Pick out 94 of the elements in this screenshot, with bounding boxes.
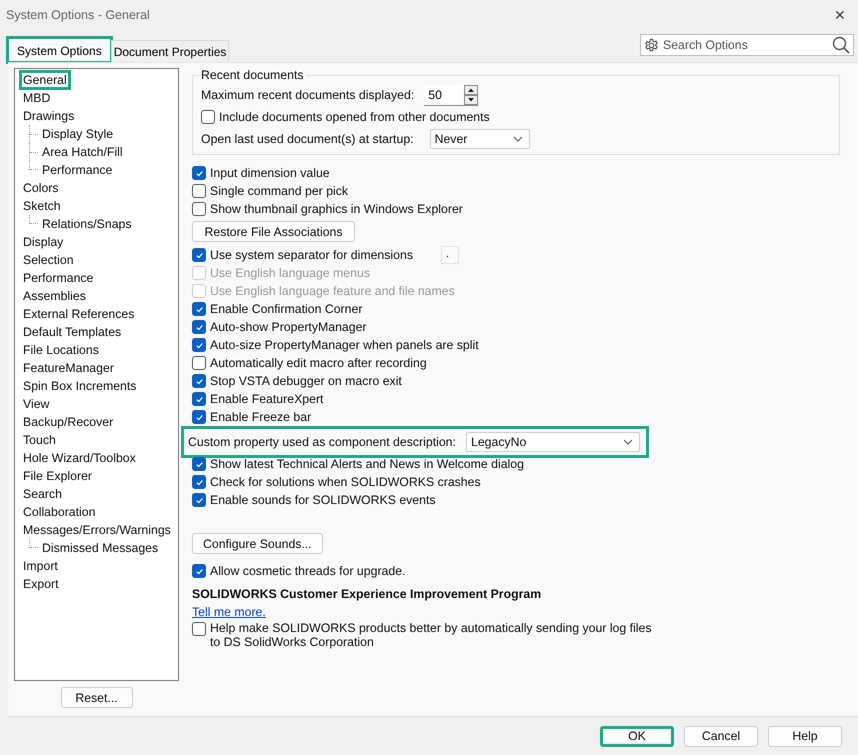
checkbox[interactable]	[192, 410, 206, 424]
dropdown[interactable]: LegacyNo	[466, 432, 640, 452]
option-label: Use English language menus	[210, 266, 370, 280]
checkbox[interactable]	[192, 493, 206, 507]
tree-item[interactable]: Collaboration	[19, 502, 100, 522]
dialog-button[interactable]: Help	[768, 726, 842, 746]
tree-item[interactable]: Performance	[19, 268, 98, 288]
option-label: Show thumbnail graphics in Windows Explorer	[210, 202, 463, 216]
tree-item[interactable]: Relations/Snaps	[38, 214, 136, 234]
option-label: Maximum recent documents displayed:	[201, 88, 414, 102]
option-label: Show latest Technical Alerts and News in Welcome dialog	[210, 457, 524, 471]
checkbox[interactable]	[192, 248, 206, 262]
option-label: Input dimension value	[210, 166, 330, 180]
dialog-button[interactable]: Cancel	[684, 726, 758, 746]
checkbox[interactable]	[192, 166, 206, 180]
checkbox[interactable]	[192, 475, 206, 489]
checkbox[interactable]	[192, 356, 206, 370]
tree-item[interactable]: Spin Box Increments	[19, 376, 140, 396]
tree-item[interactable]: Display	[19, 232, 68, 252]
option-label: Allow cosmetic threads for upgrade.	[210, 564, 406, 578]
tree-item[interactable]: View	[19, 394, 54, 414]
option-label: Check for solutions when SOLIDWORKS crashes	[210, 475, 481, 489]
option-label: Enable Confirmation Corner	[210, 302, 362, 316]
tree-item[interactable]: Performance	[38, 160, 116, 180]
separator-field[interactable]: .	[440, 246, 459, 264]
tree-item[interactable]: Export	[19, 574, 63, 594]
tree-item[interactable]: File Locations	[19, 340, 103, 360]
tree-item[interactable]: Dismissed Messages	[38, 538, 162, 558]
reset-button[interactable]: Reset...	[60, 687, 132, 708]
spin-arrows-icon[interactable]	[464, 84, 478, 104]
search-field[interactable]: Search Options	[640, 34, 854, 56]
section-heading: SOLIDWORKS Customer Experience Improvement Program	[192, 587, 542, 601]
checkbox[interactable]	[192, 392, 206, 406]
tab[interactable]: Document Properties	[110, 40, 230, 62]
checkbox[interactable]	[192, 202, 206, 216]
tree-item[interactable]: Hole Wizard/Toolbox	[19, 448, 140, 468]
tree-item[interactable]: General	[19, 70, 71, 90]
tree-item[interactable]: Colors	[19, 178, 63, 198]
option-label: Enable sounds for SOLIDWORKS events	[210, 493, 436, 507]
option-label: Enable FeatureXpert	[210, 392, 324, 406]
checkbox[interactable]	[192, 302, 206, 316]
spin-box[interactable]: 50	[424, 84, 478, 106]
window-title: System Options - General	[6, 8, 150, 22]
search-icon	[832, 36, 850, 54]
tree-item[interactable]: Search	[19, 484, 66, 504]
tree-item[interactable]: File Explorer	[19, 466, 96, 486]
option-label: Stop VSTA debugger on macro exit	[210, 374, 402, 388]
checkbox[interactable]	[192, 457, 206, 471]
group-title: Recent documents	[200, 68, 305, 82]
tree-item[interactable]: Drawings	[19, 106, 78, 126]
tree-item[interactable]: Selection	[19, 250, 78, 270]
option-label: Enable Freeze bar	[210, 410, 312, 424]
option-label: Open last used document(s) at startup:	[201, 132, 414, 146]
chevron-icon	[512, 136, 523, 142]
checkbox[interactable]	[192, 184, 206, 198]
tree-item[interactable]: Touch	[19, 430, 60, 450]
checkbox[interactable]	[201, 110, 215, 124]
chevron-icon	[623, 439, 633, 445]
option-label: Automatically edit macro after recording	[210, 356, 427, 370]
tree-item[interactable]: Default Templates	[19, 322, 126, 342]
tree-item[interactable]: FeatureManager	[19, 358, 118, 378]
tree-item[interactable]: Sketch	[19, 196, 65, 216]
check-icon	[194, 566, 204, 576]
checkbox[interactable]	[192, 338, 206, 352]
tree-item[interactable]: Display Style	[38, 124, 118, 144]
check-icon	[194, 168, 204, 178]
option-label: Help make SOLIDWORKS products better by automatically sending your log files to DS SolidWorks Corporation	[210, 621, 653, 649]
dropdown[interactable]: Never	[430, 129, 530, 149]
checkbox[interactable]	[192, 564, 206, 578]
restore-button[interactable]: Restore File Associations	[192, 221, 355, 242]
option-label: Single command per pick	[210, 184, 348, 198]
option-label: Include documents opened from other documents	[219, 110, 490, 124]
checkbox[interactable]	[192, 374, 206, 388]
tab[interactable]: System Options	[8, 38, 111, 62]
tree-item[interactable]: External References	[19, 304, 138, 324]
checkbox[interactable]	[192, 320, 206, 334]
settings-icon	[644, 38, 659, 52]
dialog-button[interactable]: OK	[600, 726, 674, 746]
option-label: Auto-size PropertyManager when panels are split	[210, 338, 479, 352]
tree-item[interactable]: Messages/Errors/Warnings	[19, 520, 175, 540]
tree-item[interactable]: Backup/Recover	[19, 412, 118, 432]
configure-sounds-button[interactable]: Configure Sounds...	[192, 533, 323, 554]
check-icon	[194, 250, 204, 260]
close-button[interactable]: ✕	[830, 7, 850, 23]
tree-item[interactable]: Area Hatch/Fill	[38, 142, 127, 162]
option-label: Auto-show PropertyManager	[210, 320, 367, 334]
option-label: Use system separator for dimensions	[210, 248, 413, 262]
checkbox[interactable]	[192, 622, 206, 636]
option-label: Custom property used as component description:	[188, 435, 456, 449]
tree-item[interactable]: Assemblies	[19, 286, 90, 306]
tell-me-more-link[interactable]: Tell me more.	[192, 605, 266, 619]
tree-item[interactable]: Import	[19, 556, 62, 576]
option-label: Use English language feature and file names	[210, 284, 455, 298]
tree-item[interactable]: MBD	[19, 88, 54, 108]
